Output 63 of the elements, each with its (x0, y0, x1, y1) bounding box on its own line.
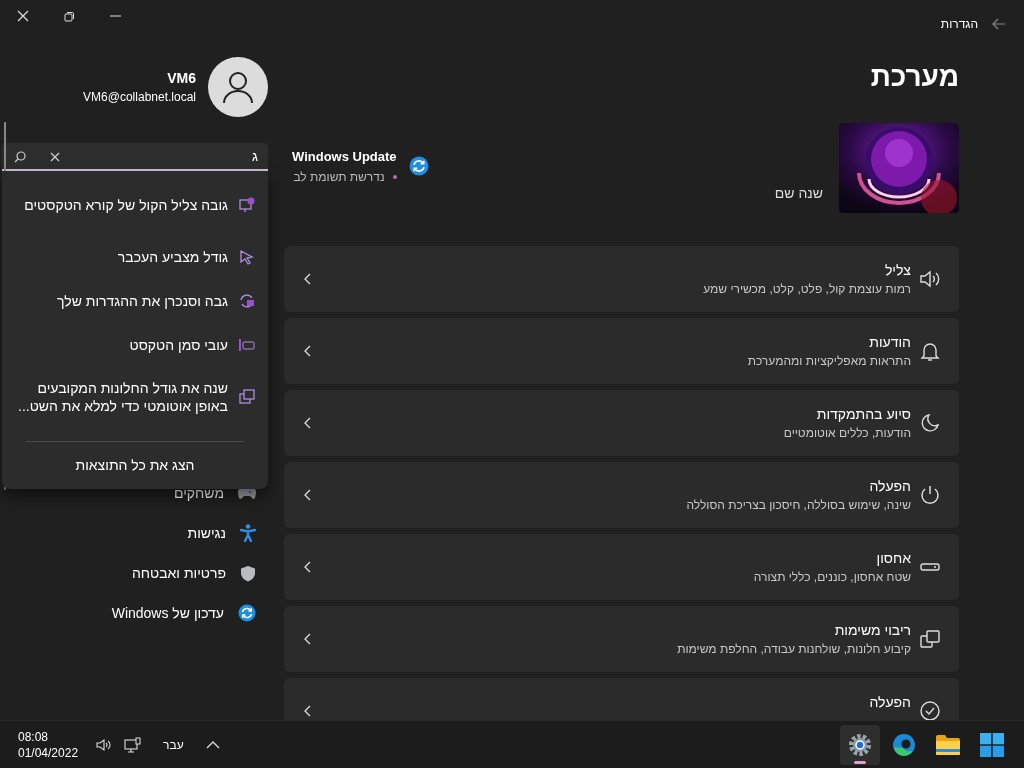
search-icon[interactable] (14, 151, 26, 163)
search-result[interactable]: עובי סמן הטקסט (2, 323, 268, 367)
settings-row[interactable]: הודעות התראות מאפליקציות ומהמערכת (284, 318, 959, 384)
rename-link[interactable]: שנה שם (774, 185, 823, 213)
update-title[interactable]: Windows Update (292, 148, 397, 164)
settings-row[interactable]: הפעלה (284, 678, 959, 720)
nav-item[interactable]: פרטיות ואבטחה (0, 553, 268, 593)
clock[interactable]: 08:08 01/04/2022 (18, 728, 79, 761)
account-name: VM6 (166, 70, 196, 86)
browser-icon (892, 732, 916, 757)
update-icon (238, 604, 256, 622)
pointer-icon (238, 248, 256, 266)
windows-logo-icon (980, 732, 1004, 757)
window-title: הגדרות (940, 17, 978, 31)
accessibility-icon (240, 524, 256, 542)
nav-item[interactable]: עדכון של Windows (0, 593, 268, 633)
search-field[interactable]: ג (2, 143, 268, 171)
back-arrow-icon[interactable] (992, 18, 1006, 30)
nav-item[interactable]: נגישות (0, 513, 268, 553)
settings-row[interactable]: צליל רמות עוצמת קול, פלט, קלט, מכשירי שמע (284, 246, 959, 312)
controller-icon (238, 486, 256, 500)
search-result[interactable]: גודל מצביע העכבר (2, 235, 268, 279)
settings-row[interactable]: סיוע בהתמקדות הודעות, כללים אוטומטיים (284, 390, 959, 456)
windows-icon (238, 388, 256, 406)
network-icon[interactable] (124, 736, 142, 753)
chevron-icon (304, 705, 311, 717)
page-title: מערכת (869, 60, 959, 94)
chevron-icon (304, 561, 311, 573)
settings-row[interactable]: אחסון שטח אחסון, כוננים, כללי תצורה (284, 534, 959, 600)
chevron-icon (304, 273, 311, 285)
narrator-icon (238, 196, 256, 214)
chevron-icon (304, 345, 311, 357)
close-icon[interactable] (17, 10, 29, 22)
text-cursor-icon (238, 336, 256, 354)
power-icon (919, 484, 941, 506)
sync-icon (238, 292, 256, 310)
checkmark-icon (919, 700, 941, 720)
chevron-up-icon[interactable] (205, 740, 220, 749)
restore-icon[interactable] (64, 10, 75, 22)
windows-icon (919, 628, 941, 650)
account-email: VM6@collabnet.local (83, 90, 196, 104)
settings-row[interactable]: ריבוי משימות קיבוע חלונות, שולחנות עבודה, החלפת משימות (284, 606, 959, 672)
folder-icon (935, 733, 961, 756)
settings-row[interactable]: הפעלה שינה, שימוש בסוללה, חיסכון בצריכת הסוללה (284, 462, 959, 528)
shield-icon (240, 564, 256, 582)
language-indicator[interactable]: עבר (163, 737, 184, 752)
speaker-icon (919, 268, 941, 290)
update-status: נדרשת תשומת לב (293, 169, 385, 184)
bell-icon (919, 340, 941, 362)
chevron-icon (304, 489, 311, 501)
moon-icon (919, 412, 941, 434)
speaker-icon[interactable] (96, 737, 113, 752)
update-icon (408, 156, 429, 176)
taskbar-app[interactable] (840, 724, 880, 765)
clear-icon[interactable] (50, 152, 60, 162)
search-result[interactable]: גובה צליל הקול של קורא הטקסטים (2, 175, 268, 235)
avatar-icon (208, 57, 268, 117)
search-result[interactable]: גבה וסנכרן את ההגדרות שלך (2, 279, 268, 323)
search-result[interactable]: שנה את גודל החלונות המקובעים באופן אוטומטי כדי למלא את השט... (2, 367, 268, 427)
chevron-icon (304, 633, 311, 645)
status-dot-icon (392, 174, 397, 179)
chevron-icon (304, 417, 311, 429)
gear-icon (848, 732, 872, 757)
